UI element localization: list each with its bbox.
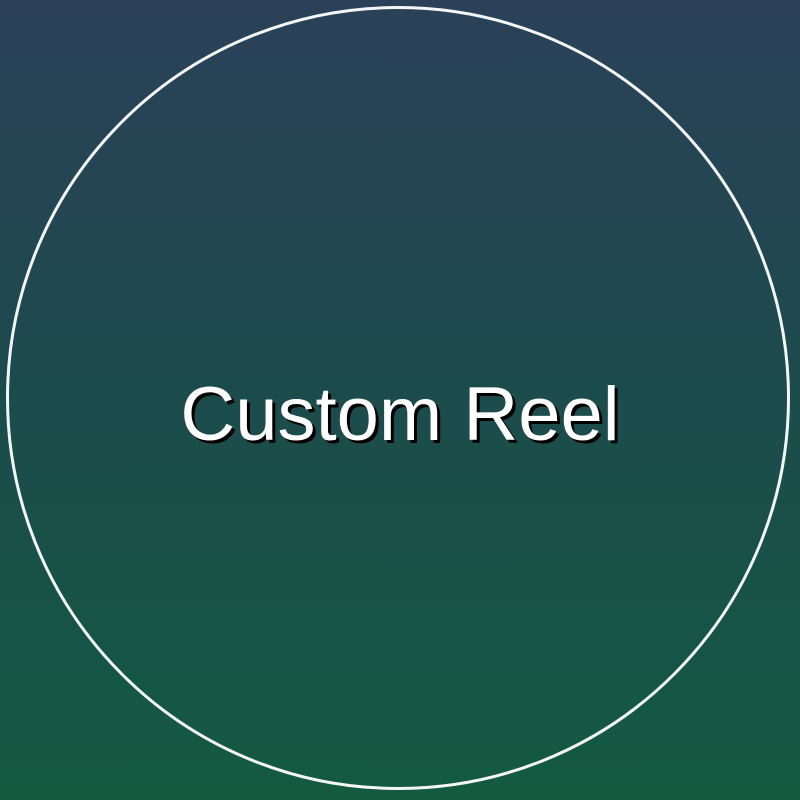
reel-title: Custom Reel xyxy=(180,372,620,457)
reel-card: Custom Reel xyxy=(0,0,800,800)
